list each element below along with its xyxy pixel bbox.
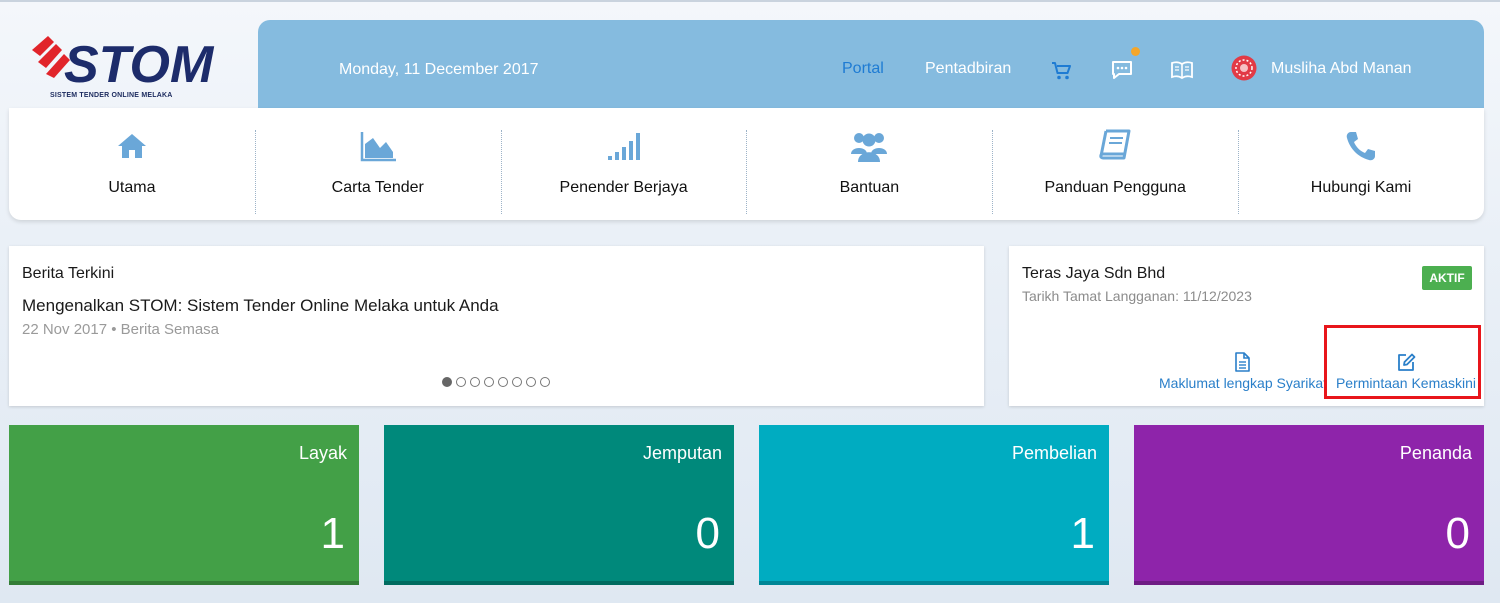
avatar[interactable]: [1231, 55, 1257, 81]
news-meta: 22 Nov 2017 • Berita Semasa: [22, 321, 220, 338]
tile-count: 0: [695, 509, 720, 558]
tile-bottom-bar: [9, 581, 359, 585]
top-border: [0, 0, 1500, 2]
company-name: Teras Jaya Sdn Bhd: [1022, 265, 1166, 282]
book-icon: [1099, 129, 1131, 160]
document-icon: [1235, 352, 1250, 372]
notification-dot: [1131, 47, 1140, 56]
nav-pentadbiran[interactable]: Pentadbiran: [925, 60, 1011, 78]
menu-item-hubungi-kami[interactable]: Hubungi Kami: [1238, 108, 1484, 220]
tile-label: Penanda: [1399, 443, 1472, 463]
company-details-label: Maklumat lengkap Syarikat: [1159, 375, 1328, 391]
menu-item-carta-tender[interactable]: Carta Tender: [254, 108, 501, 220]
menu-label: Penender Berjaya: [559, 179, 688, 196]
header-bar: Monday, 11 December 2017 Portal Pentadbi…: [258, 20, 1484, 112]
nav-portal[interactable]: Portal: [842, 60, 884, 78]
stom-logo-graphic: STOM: [32, 36, 215, 94]
carousel-dot[interactable]: [484, 377, 494, 387]
menu-item-utama[interactable]: Utama: [9, 108, 255, 220]
menu-label: Bantuan: [839, 179, 900, 196]
carousel-dot[interactable]: [512, 377, 522, 387]
edit-icon: [1398, 353, 1416, 371]
user-name[interactable]: Musliha Abd Manan: [1271, 60, 1412, 78]
signal-bars-icon: [607, 133, 640, 160]
menu-label: Utama: [108, 179, 156, 196]
phone-icon: [1346, 132, 1376, 161]
chat-icon[interactable]: [1110, 58, 1134, 82]
tile-count: 0: [1445, 509, 1470, 558]
update-request-label: Permintaan Kemaskini: [1335, 375, 1477, 391]
logo-tagline: SISTEM TENDER ONLINE MELAKA: [50, 92, 173, 99]
tile-count: 1: [1070, 509, 1095, 558]
news-card: Berita Terkini Mengenalkan STOM: Sistem …: [9, 246, 984, 406]
tile-label: Layak: [298, 443, 347, 463]
tile-bottom-bar: [384, 581, 734, 585]
carousel-dot[interactable]: [498, 377, 508, 387]
subscription-expiry: Tarikh Tamat Langganan: 11/12/2023: [1022, 288, 1252, 304]
carousel-indicators: [442, 377, 550, 387]
tile-pembelian[interactable]: Pembelian 1: [759, 425, 1109, 585]
carousel-dot[interactable]: [540, 377, 550, 387]
users-icon: [851, 133, 888, 162]
carousel-dot[interactable]: [442, 377, 452, 387]
tile-count: 1: [320, 509, 345, 558]
menu-label: Hubungi Kami: [1310, 179, 1412, 196]
tile-bottom-bar: [1134, 581, 1484, 585]
carousel-dot[interactable]: [470, 377, 480, 387]
carousel-dot[interactable]: [456, 377, 466, 387]
menu-label: Panduan Pengguna: [1044, 179, 1186, 196]
tile-layak[interactable]: Layak 1: [9, 425, 359, 585]
tile-label: Pembelian: [1011, 443, 1097, 463]
news-headline[interactable]: Mengenalkan STOM: Sistem Tender Online M…: [22, 296, 499, 316]
home-icon: [117, 134, 146, 158]
company-details-link[interactable]: Maklumat lengkap Syarikat: [1159, 351, 1328, 391]
menu-label: Carta Tender: [331, 179, 424, 196]
company-card: Teras Jaya Sdn Bhd Tarikh Tamat Langgana…: [1009, 246, 1484, 406]
area-chart-icon: [360, 132, 396, 162]
tile-label: Jemputan: [642, 443, 722, 463]
main-menu: Utama Carta Tender Penender Berjaya Bant…: [9, 108, 1484, 220]
update-request-link[interactable]: Permintaan Kemaskini: [1332, 351, 1480, 391]
menu-item-panduan-pengguna[interactable]: Panduan Pengguna: [992, 108, 1238, 220]
current-date: Monday, 11 December 2017: [339, 61, 539, 78]
menu-item-bantuan[interactable]: Bantuan: [746, 108, 992, 220]
stom-logo[interactable]: STOM SISTEM TENDER ONLINE MELAKA: [30, 32, 215, 99]
tile-jemputan[interactable]: Jemputan 0: [384, 425, 734, 585]
carousel-dot[interactable]: [526, 377, 536, 387]
tile-bottom-bar: [759, 581, 1109, 585]
logo-wordmark: STOM: [64, 36, 215, 92]
menu-item-penender-berjaya[interactable]: Penender Berjaya: [500, 108, 747, 220]
news-section-title: Berita Terkini: [22, 265, 115, 282]
book-icon[interactable]: [1170, 58, 1194, 82]
status-badge: AKTIF: [1422, 266, 1472, 290]
cart-icon[interactable]: [1050, 58, 1074, 82]
tile-penanda[interactable]: Penanda 0: [1134, 425, 1484, 585]
